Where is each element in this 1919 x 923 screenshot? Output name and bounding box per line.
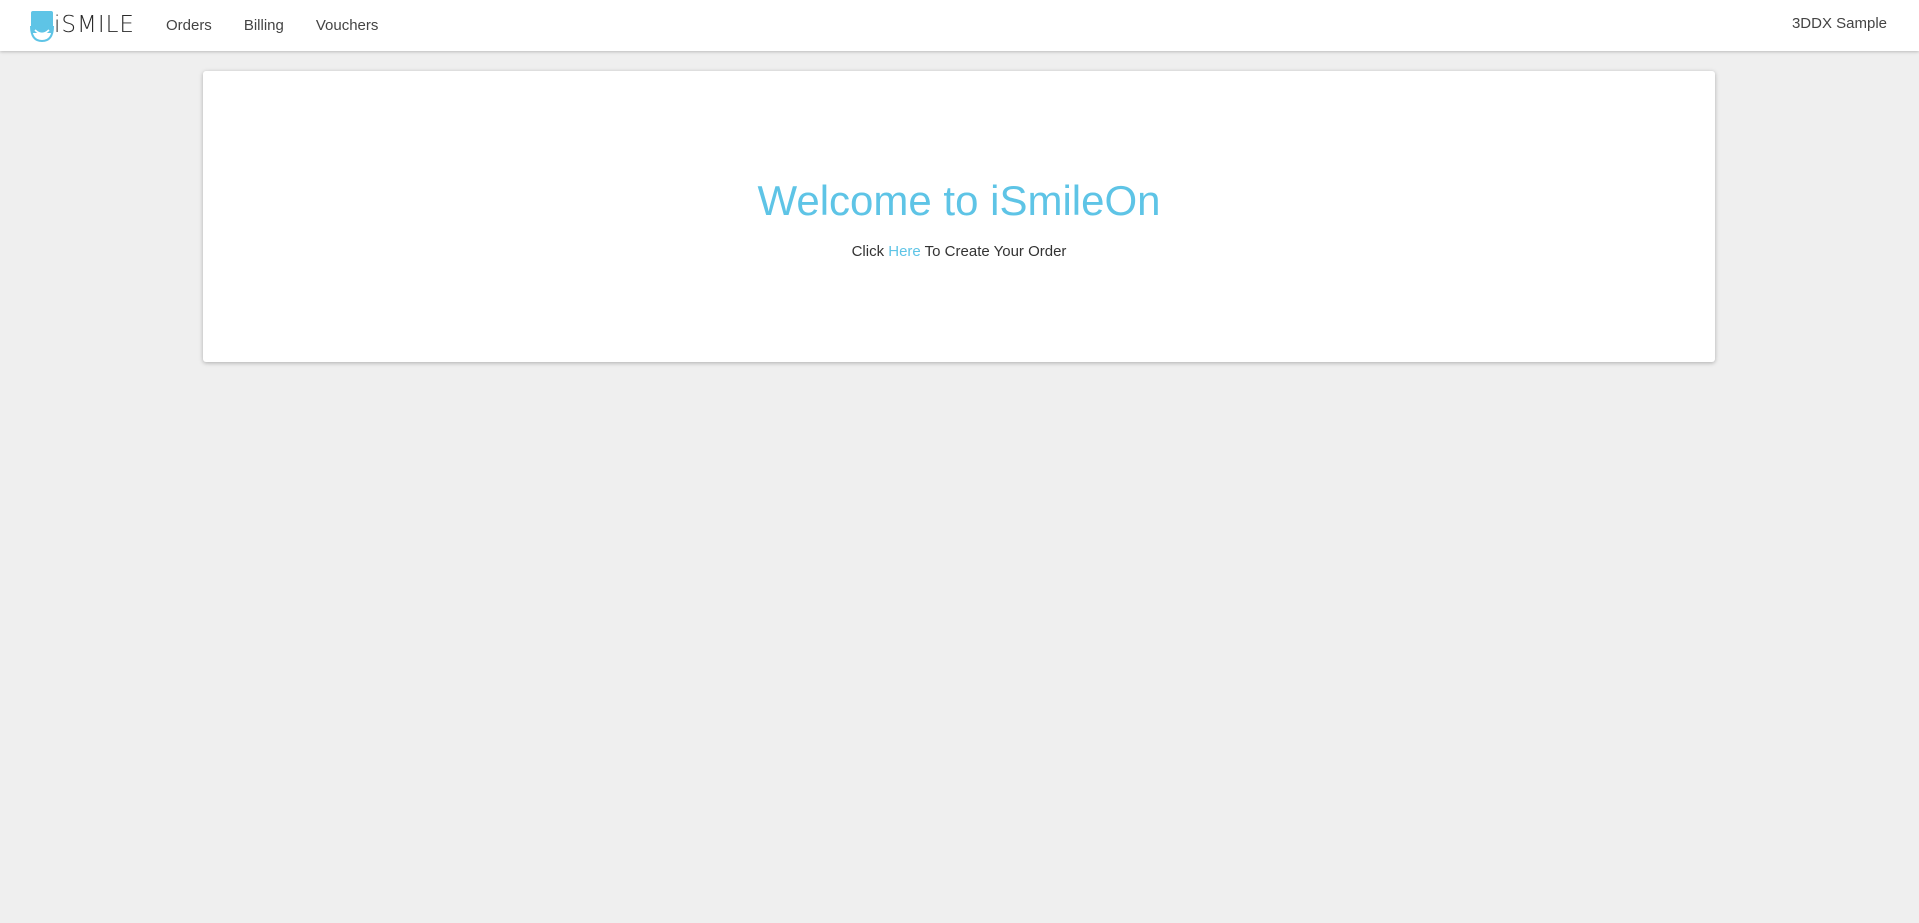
brand-logo-link[interactable]: iSMILE [30,0,135,51]
main-nav: Orders Billing Vouchers [166,0,410,51]
create-order-prompt: Click Here To Create Your Order [203,243,1715,260]
nav-item-vouchers[interactable]: Vouchers [316,17,379,34]
create-order-link[interactable]: Here [888,243,921,260]
brand-name: iSMILE [54,12,135,38]
welcome-card: Welcome to iSmileOn Click Here To Create… [203,71,1715,362]
tooth-smile-icon [30,11,54,42]
nav-item-billing[interactable]: Billing [244,17,284,34]
nav-item-orders[interactable]: Orders [166,17,212,34]
user-menu[interactable]: 3DDX Sample [1792,0,1887,51]
prompt-suffix: To Create Your Order [924,243,1067,260]
welcome-title: Welcome to iSmileOn [757,177,1161,224]
top-navbar: iSMILE Orders Billing Vouchers 3DDX Samp… [0,0,1919,51]
prompt-prefix: Click [851,243,885,260]
